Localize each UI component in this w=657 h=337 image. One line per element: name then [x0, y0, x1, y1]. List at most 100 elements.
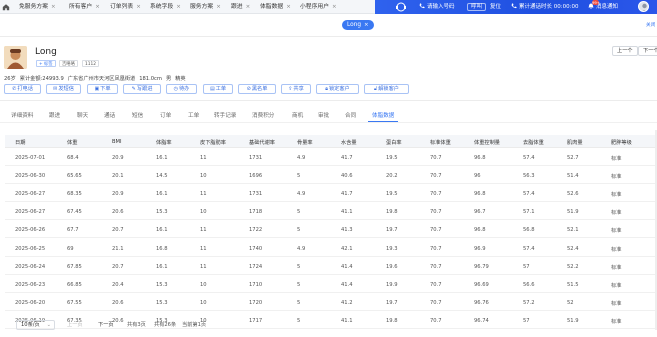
table-row[interactable]: 2025-06-26 67.7 20.7 16.1 11 1722 5 41.3 19.7 70.…: [5, 220, 657, 239]
edit-icon: ✎: [131, 86, 136, 92]
column-header[interactable]: 体重: [67, 139, 77, 146]
tab-free-service-plan[interactable]: 免服务方案 ×: [19, 3, 56, 12]
close-icon[interactable]: ×: [332, 4, 337, 10]
column-header[interactable]: 去脂体重: [523, 139, 544, 146]
subtab-follow-up[interactable]: 跟进: [49, 111, 60, 119]
column-header[interactable]: 肥胖等级: [611, 139, 632, 146]
add-tag-button[interactable]: + 标签: [36, 60, 56, 67]
column-header[interactable]: 体脂率: [156, 139, 172, 146]
subtab-contracts[interactable]: 合同: [345, 111, 356, 119]
table-cell: 10: [200, 209, 207, 216]
table-cell: 67.85: [67, 263, 82, 270]
phone-input[interactable]: 请输入号码: [419, 3, 455, 11]
close-icon[interactable]: ×: [51, 4, 56, 10]
table-row[interactable]: 2025-06-20 67.55 20.6 15.3 10 1720 5 41.2 19.7 70…: [5, 293, 657, 311]
tab-service-plan[interactable]: 服务方案 ×: [190, 3, 221, 12]
reset-button[interactable]: 复位: [490, 3, 501, 11]
table-cell: 2025-06-27: [15, 191, 46, 198]
tab-miniprogram-users[interactable]: 小程序用户 ×: [300, 3, 337, 12]
write-follow-up-button[interactable]: ✎写跟进: [123, 84, 161, 94]
table-row[interactable]: 2025-07-01 68.4 20.9 16.1 11 1731 4.9 41.7 19.5 7…: [5, 148, 657, 166]
total-count: 共有26条: [154, 322, 177, 328]
sms-button[interactable]: ✉发短信: [46, 84, 81, 94]
close-all-tabs[interactable]: 关闭: [646, 22, 655, 30]
subtab-calls[interactable]: 通话: [104, 111, 115, 119]
table-row[interactable]: 2025-06-25 69 21.1 16.8 11 1740 4.9 42.1 19.3 70.…: [5, 239, 657, 257]
column-header[interactable]: 基础代谢率: [249, 139, 275, 146]
tab-system-fields[interactable]: 系统字段 ×: [150, 3, 181, 12]
phone-icon: [511, 3, 517, 9]
table-cell: 19.5: [386, 155, 398, 161]
table-cell: 96.74: [474, 317, 489, 324]
subtab-opportunities[interactable]: 商机: [292, 111, 303, 119]
blacklist-button[interactable]: ⊘黑名单: [238, 84, 276, 94]
column-header[interactable]: 皮下脂肪率: [200, 139, 226, 146]
table-cell: 20.2: [386, 173, 398, 180]
table-cell: 57.4: [523, 245, 535, 252]
ticket-button[interactable]: ▤工单: [203, 84, 233, 94]
table-row[interactable]: 2025-06-27 67.45 20.6 15.3 10 1718 5 41.1 19.8 70…: [5, 202, 657, 221]
user-avatar[interactable]: [638, 1, 649, 12]
tab-body-fat-data[interactable]: 体脂数据 ×: [260, 3, 291, 12]
close-icon[interactable]: ×: [95, 4, 100, 10]
subtab-sms[interactable]: 短信: [132, 111, 143, 119]
ticket-icon: ▤: [209, 86, 215, 92]
dial-button[interactable]: 呼叫: [467, 3, 487, 11]
table-row[interactable]: 2025-06-27 68.35 20.9 16.1 11 1731 4.9 41.7 19.5…: [5, 184, 657, 203]
next-customer-button[interactable]: 下一个: [638, 46, 657, 56]
table-row[interactable]: 2025-06-30 65.65 20.1 14.5 10 1696 5 40.6 20.2 70…: [5, 166, 657, 185]
subtab-orders[interactable]: 订单: [160, 111, 171, 119]
close-icon[interactable]: ×: [246, 4, 251, 10]
column-header[interactable]: 骨量率: [297, 139, 313, 146]
call-button[interactable]: ✆打电话: [4, 84, 41, 94]
subtab-approvals[interactable]: 审批: [318, 111, 329, 119]
close-icon[interactable]: ×: [136, 4, 141, 10]
lock-customer-button[interactable]: 🔒︎锁定客户: [316, 84, 359, 94]
page-size-select[interactable]: 10条/页 ⌄: [16, 320, 55, 330]
table-cell: 52.2: [567, 263, 579, 270]
todo-icon: ◷: [173, 86, 178, 92]
close-icon[interactable]: ×: [364, 22, 369, 28]
next-page-button[interactable]: 下一页: [98, 320, 114, 330]
column-header[interactable]: 标准体重: [430, 139, 451, 146]
table-cell: 57.1: [523, 209, 535, 216]
home-icon[interactable]: [2, 3, 10, 11]
customer-info: 26岁 累计金额:24993.9 广东省广州市天河区凤凰街道 181.0cm 男精英: [4, 75, 190, 82]
subtab-details[interactable]: 详细资料: [11, 111, 33, 119]
column-header[interactable]: BMI: [112, 139, 122, 145]
table-cell: 2025-06-24: [15, 263, 46, 270]
table-cell: 19.8: [386, 317, 398, 324]
tab-follow-up[interactable]: 跟进 ×: [231, 3, 250, 12]
table-cell: 51.9: [567, 317, 579, 324]
column-header[interactable]: 肌肉量: [567, 139, 583, 146]
customer-tag: 吉咯咯: [59, 60, 78, 67]
tab-order-list[interactable]: 订单列表 ×: [110, 3, 141, 12]
table-cell: 51.4: [567, 173, 579, 180]
tab-all-customers[interactable]: 所有客户 ×: [69, 3, 100, 12]
close-icon[interactable]: ×: [176, 4, 181, 10]
column-header[interactable]: 体重控制量: [474, 139, 500, 146]
subtab-transfer-records[interactable]: 转手记录: [214, 111, 236, 119]
close-icon[interactable]: ×: [286, 4, 291, 10]
close-icon[interactable]: ×: [216, 4, 221, 10]
column-header[interactable]: 蛋白率: [386, 139, 402, 146]
order-button[interactable]: ▣下单: [87, 84, 118, 94]
todo-button[interactable]: ◷待办: [166, 84, 197, 94]
table-cell: 42.1: [341, 245, 353, 252]
subtab-tickets[interactable]: 工单: [188, 111, 199, 119]
column-header[interactable]: 水含量: [341, 139, 357, 146]
subtab-points[interactable]: 消费积分: [252, 111, 274, 119]
subtab-chat[interactable]: 聊天: [77, 111, 88, 119]
prev-page-button[interactable]: 上一页: [67, 320, 83, 330]
tab-customer-long[interactable]: Long ×: [342, 20, 374, 30]
subtab-body-fat-data[interactable]: 体脂数据: [372, 111, 394, 119]
table-row[interactable]: 2025-06-24 67.85 20.7 16.1 11 1724 5 41.4 19.6 70…: [5, 257, 657, 275]
share-icon: ⇪: [288, 86, 293, 92]
table-cell: 1718: [249, 209, 263, 216]
unlock-customer-button[interactable]: 🔓︎解锁客户: [364, 84, 409, 94]
column-header[interactable]: 日期: [15, 139, 25, 146]
table-cell: 15.3: [156, 281, 168, 288]
prev-customer-button[interactable]: 上一个: [612, 46, 638, 56]
share-button[interactable]: ⇪共享: [281, 84, 311, 94]
table-row[interactable]: 2025-06-23 66.85 20.4 15.3 10 1710 5 41.4 19.9 70…: [5, 275, 657, 293]
